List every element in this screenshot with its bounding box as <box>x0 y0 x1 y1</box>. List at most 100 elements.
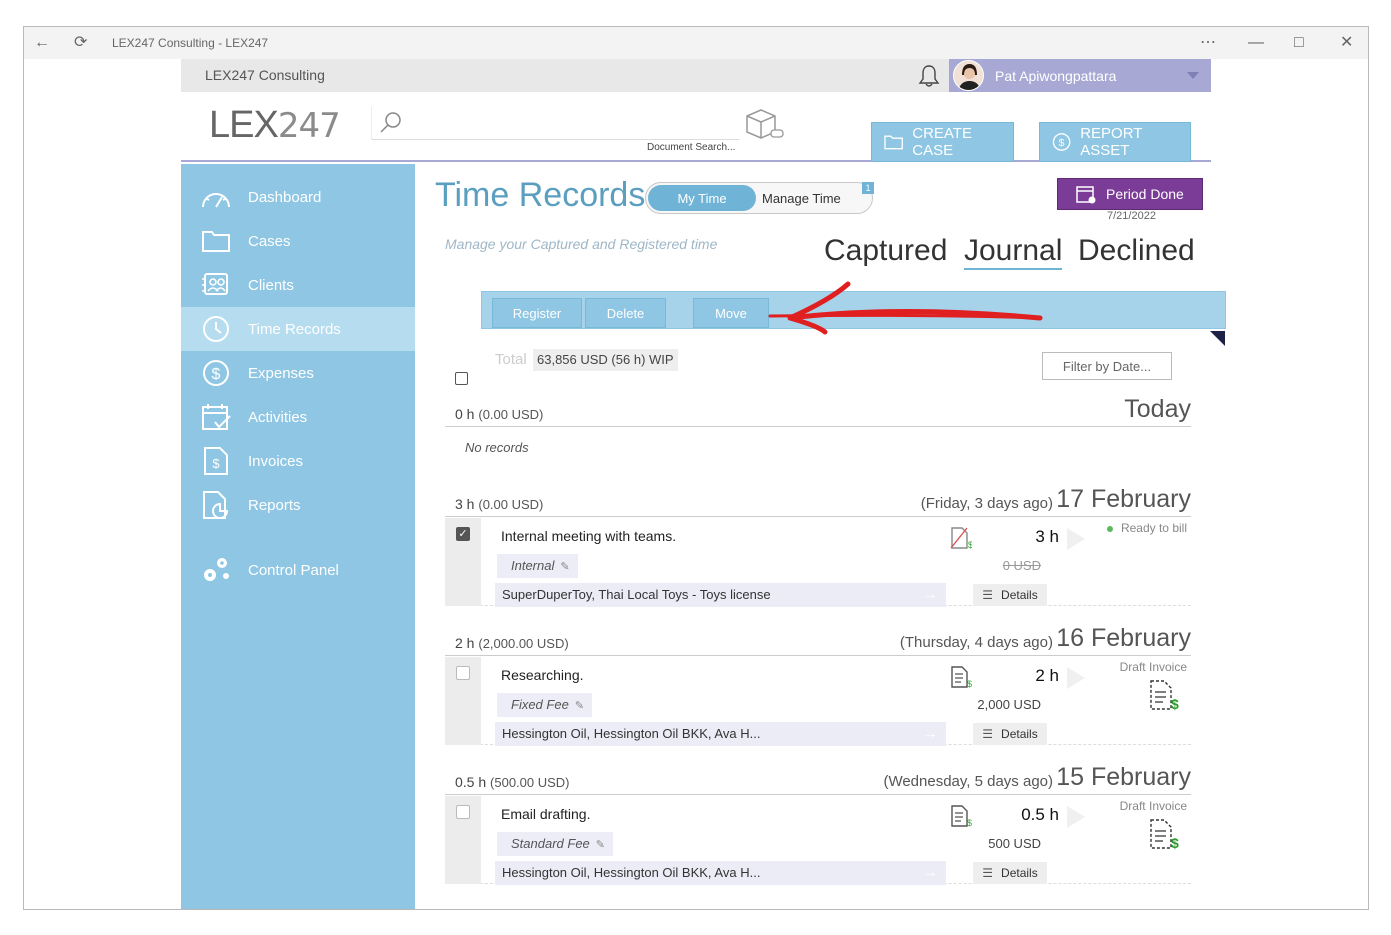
record-client[interactable]: SuperDuperToy, Thai Local Toys - Toys li… <box>495 583 946 607</box>
user-menu[interactable]: Pat Apiwongpattara <box>949 59 1211 92</box>
record-checkbox[interactable] <box>456 805 470 819</box>
play-icon[interactable] <box>1067 528 1085 550</box>
page-title: Time Records <box>435 176 646 214</box>
period-done-button[interactable]: Period Done <box>1057 178 1203 210</box>
day-header: 0 h (0.00 USD) Today <box>445 395 1191 427</box>
record-description[interactable]: Researching. <box>501 667 584 683</box>
record-client[interactable]: Hessington Oil, Hessington Oil BKK, Ava … <box>495 722 946 746</box>
day-hours: 0.5 h <box>455 774 487 790</box>
record-fee-tag[interactable]: Internal ✎ <box>497 554 578 578</box>
draft-invoice-icon[interactable]: $ <box>1149 679 1179 711</box>
document-search-input[interactable] <box>371 106 739 140</box>
record-status: Draft Invoice <box>1119 660 1187 674</box>
sidebar-item-cases[interactable]: Cases <box>181 219 415 263</box>
record-checkbox-cell <box>445 796 481 884</box>
record-tag-label: Standard Fee <box>511 836 590 851</box>
register-button[interactable]: Register <box>492 298 582 328</box>
record-checkbox[interactable]: ✓ <box>456 527 470 541</box>
sidebar-item-expenses[interactable]: $ Expenses <box>181 351 415 395</box>
day-hours: 2 h <box>455 635 475 651</box>
play-icon[interactable] <box>1067 806 1085 828</box>
play-icon[interactable] <box>1067 667 1085 689</box>
total-label: Total <box>495 351 527 368</box>
sidebar-item-label: Cases <box>248 232 291 250</box>
tab-journal[interactable]: Journal <box>964 234 1063 270</box>
draft-invoice-icon[interactable]: $ <box>1149 818 1179 850</box>
day-total: 0 h (0.00 USD) <box>455 406 543 422</box>
filter-by-date-button[interactable]: Filter by Date... <box>1042 352 1172 380</box>
record-status-label: Ready to bill <box>1120 521 1187 535</box>
day-usd: (500.00 USD) <box>490 775 570 790</box>
svg-text:$: $ <box>1171 696 1179 711</box>
day-usd: (0.00 USD) <box>478 407 544 422</box>
time-record-row[interactable]: Email drafting. Standard Fee ✎ Hessington… <box>445 796 1191 885</box>
sidebar-item-clients[interactable]: Clients <box>181 263 415 307</box>
user-name: Pat Apiwongpattara <box>995 68 1117 84</box>
record-status: Ready to bill <box>1106 521 1187 535</box>
sidebar: Dashboard Cases Clients Time Records $ E… <box>181 164 415 909</box>
pencil-icon[interactable]: ✎ <box>596 839 605 851</box>
tab-captured[interactable]: Captured <box>824 234 947 268</box>
total-value: 63,856 USD (56 h) WIP <box>533 349 678 371</box>
period-done-label: Period Done <box>1106 186 1184 202</box>
details-button[interactable]: ☰ Details <box>973 862 1047 884</box>
folder-icon <box>199 224 233 258</box>
sidebar-item-activities[interactable]: Activities <box>181 395 415 439</box>
manage-time-toggle[interactable]: Manage Time <box>762 191 841 206</box>
period-done-date: 7/21/2022 <box>1107 210 1156 222</box>
maximize-icon[interactable]: □ <box>1294 33 1304 53</box>
sidebar-item-dashboard[interactable]: Dashboard <box>181 175 415 219</box>
arrow-right-icon: → <box>922 864 938 881</box>
logo: LEX247 <box>209 104 341 147</box>
time-record-row[interactable]: ✓ Internal meeting with teams. Internal ✎… <box>445 518 1191 607</box>
clock-icon <box>199 312 233 346</box>
create-case-button[interactable]: CREATE CASE <box>871 122 1014 162</box>
invoice-icon: $ <box>199 444 233 478</box>
details-button[interactable]: ☰ Details <box>973 584 1047 606</box>
list-icon: ☰ <box>982 727 994 741</box>
day-date: 15 February <box>1056 763 1191 791</box>
avatar <box>953 60 984 91</box>
record-fee-tag[interactable]: Standard Fee ✎ <box>497 832 613 856</box>
close-icon[interactable]: ✕ <box>1340 33 1353 53</box>
day-relative: (Friday, 3 days ago) <box>920 495 1053 512</box>
report-asset-button[interactable]: $ REPORT ASSET <box>1039 122 1191 162</box>
minimize-icon[interactable]: — <box>1248 33 1264 53</box>
record-client[interactable]: Hessington Oil, Hessington Oil BKK, Ava … <box>495 861 946 885</box>
day-header: 2 h (2,000.00 USD) (Thursday, 4 days ago… <box>445 624 1191 656</box>
details-label: Details <box>1001 727 1038 741</box>
ribbon-corner <box>1210 331 1225 346</box>
sidebar-item-control-panel[interactable]: Control Panel <box>181 548 415 592</box>
lex247-app: LEX247 Consulting Pat Apiwongpattara LEX… <box>181 59 1226 909</box>
package-icon[interactable] <box>743 106 785 142</box>
sidebar-item-reports[interactable]: Reports <box>181 483 415 527</box>
notification-bell-icon[interactable] <box>917 64 941 88</box>
svg-text:$: $ <box>968 540 972 550</box>
pencil-icon[interactable]: ✎ <box>560 561 569 573</box>
pencil-icon[interactable]: ✎ <box>575 700 584 712</box>
my-time-toggle[interactable]: My Time <box>648 185 756 211</box>
sidebar-item-label: Activities <box>248 408 308 426</box>
select-all-checkbox[interactable] <box>455 372 468 385</box>
record-client-label: Hessington Oil, Hessington Oil BKK, Ava … <box>502 865 761 880</box>
record-fee-tag[interactable]: Fixed Fee ✎ <box>497 693 593 717</box>
details-button[interactable]: ☰ Details <box>973 723 1047 745</box>
sidebar-item-invoices[interactable]: $ Invoices <box>181 439 415 483</box>
move-button[interactable]: Move <box>693 298 769 328</box>
back-arrow-icon[interactable]: ← <box>34 33 50 53</box>
record-description[interactable]: Internal meeting with teams. <box>501 528 676 544</box>
svg-text:$: $ <box>212 456 220 471</box>
more-options-icon[interactable]: ⋯ <box>1200 33 1216 53</box>
sidebar-item-time-records[interactable]: Time Records <box>181 307 415 351</box>
refresh-icon[interactable]: ⟳ <box>74 33 87 53</box>
window-titlebar: ← ⟳ LEX247 Consulting - LEX247 ⋯ — □ ✕ <box>24 27 1368 59</box>
time-record-row[interactable]: Researching. Fixed Fee ✎ Hessington Oil, … <box>445 657 1191 746</box>
day-relative: (Wednesday, 5 days ago) <box>883 773 1053 790</box>
record-description[interactable]: Email drafting. <box>501 806 590 822</box>
delete-button[interactable]: Delete <box>585 298 666 328</box>
chevron-down-icon[interactable] <box>1187 72 1199 79</box>
dollar-circle-icon: $ <box>1052 133 1071 151</box>
svg-text:$: $ <box>1059 137 1065 149</box>
tab-declined[interactable]: Declined <box>1078 234 1195 268</box>
record-checkbox[interactable] <box>456 666 470 680</box>
